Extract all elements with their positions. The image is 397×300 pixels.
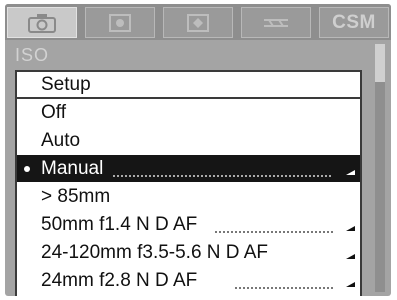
menu-item-label: 50mm f1.4 N D AF (41, 214, 198, 235)
selected-bullet-icon (24, 166, 30, 172)
tone-icon (109, 13, 131, 32)
menu-item-24mm-lens[interactable]: 24mm f2.8 N D AF (17, 267, 360, 294)
section-label: ISO (15, 45, 50, 65)
tab-shooting[interactable] (7, 7, 77, 38)
menu-item-85mm[interactable]: > 85mm (17, 183, 360, 210)
menu-item-label: 24-120mm f3.5-5.6 N D AF (41, 242, 269, 263)
dotted-leader (215, 231, 333, 233)
menu-item-label: Auto (41, 130, 81, 151)
menu-item-24-120mm-lens[interactable]: 24-120mm f3.5-5.6 N D AF (17, 239, 360, 266)
adjust-icon (187, 13, 209, 32)
menu-item-manual[interactable]: Manual (17, 155, 360, 182)
menu-item-label: > 85mm (41, 186, 111, 207)
scrollbar-thumb[interactable] (375, 44, 385, 82)
menu-item-label: Off (41, 102, 66, 123)
camera-menu-screen: CSM ISO Setup Off Auto Manual > 85mm 50m… (5, 4, 391, 296)
tab-csm-label: CSM (332, 11, 376, 33)
menu-item-label: 24mm f2.8 N D AF (41, 270, 198, 291)
tab-image[interactable] (85, 7, 155, 38)
menu-item-label: Manual (41, 158, 104, 179)
camera-icon (28, 13, 56, 33)
menu-title: Setup (17, 72, 360, 99)
setup-popup-menu: Setup Off Auto Manual > 85mm 50mm f1.4 N… (15, 70, 362, 296)
tab-custom[interactable] (163, 7, 233, 38)
submenu-arrow-icon (346, 170, 355, 175)
submenu-arrow-icon (346, 254, 355, 259)
menu-item-auto[interactable]: Auto (17, 127, 360, 154)
dotted-leader (113, 175, 331, 177)
tab-csm[interactable]: CSM (319, 7, 389, 38)
menu-item-off[interactable]: Off (17, 99, 360, 126)
submenu-arrow-icon (346, 226, 355, 231)
scene-icon (264, 18, 288, 27)
dotted-leader (235, 287, 333, 289)
submenu-arrow-icon (346, 282, 355, 287)
tab-bar: CSM (5, 4, 391, 40)
tab-setup[interactable] (241, 7, 311, 38)
menu-item-50mm-lens[interactable]: 50mm f1.4 N D AF (17, 211, 360, 238)
